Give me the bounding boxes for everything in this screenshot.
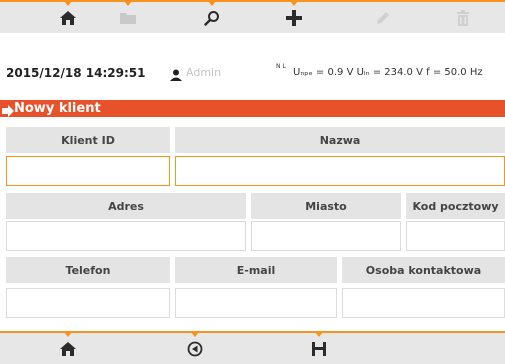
contact-person-field[interactable] [342,288,505,318]
search-icon [204,10,220,26]
open-folder-button[interactable] [98,1,158,33]
page-title: Nowy klient [14,101,101,116]
username-label: Admin [186,66,222,79]
measurements-readout: Uₙₚₑ = 0.9 V Uₗₙ = 234.0 V f = 50.0 Hz [293,67,483,78]
postal-code-field[interactable] [406,221,505,251]
address-label: Adres [6,193,246,219]
datetime-label: 2015/12/18 14:29:51 [6,66,146,80]
status-bar: 2015/12/18 14:29:51 Admin N L Uₙₚₑ = 0.9… [0,62,505,84]
add-icon [285,9,303,27]
client-id-label: Klient ID [6,127,170,153]
home-icon [59,341,77,357]
home-icon [59,10,77,26]
button-marker [290,1,298,6]
button-marker [191,332,199,337]
button-marker [315,332,323,337]
button-marker [64,332,72,337]
top-toolbar [0,0,505,33]
contact-person-label: Osoba kontaktowa [342,257,505,283]
phone-field[interactable] [6,288,170,318]
measurement-icon: N L [276,63,286,70]
name-field[interactable] [175,156,505,186]
arrow-right-icon [2,102,14,121]
search-button[interactable] [182,1,242,33]
save-button[interactable] [289,332,349,364]
bottom-toolbar [0,331,505,364]
email-label: E-mail [175,257,337,283]
button-marker [124,1,132,6]
name-label: Nazwa [175,127,505,153]
delete-icon [456,9,470,26]
email-field[interactable] [175,288,337,318]
user-icon [170,66,182,85]
edit-button[interactable] [353,2,413,33]
add-button[interactable] [264,1,324,33]
city-field[interactable] [251,221,401,251]
back-icon [187,341,203,357]
folder-icon [119,11,137,25]
client-id-field[interactable] [6,156,170,186]
city-label: Miasto [251,193,401,219]
home-button-bottom[interactable] [38,332,98,364]
edit-icon [375,10,391,26]
home-button[interactable] [38,1,98,33]
section-header: Nowy klient [0,100,505,117]
phone-label: Telefon [6,257,170,283]
save-icon [311,341,327,357]
back-button[interactable] [165,332,225,364]
postal-code-label: Kod pocztowy [406,193,505,219]
button-marker [64,1,72,6]
address-field[interactable] [6,221,246,251]
delete-button[interactable] [433,2,493,33]
button-marker [208,1,216,6]
